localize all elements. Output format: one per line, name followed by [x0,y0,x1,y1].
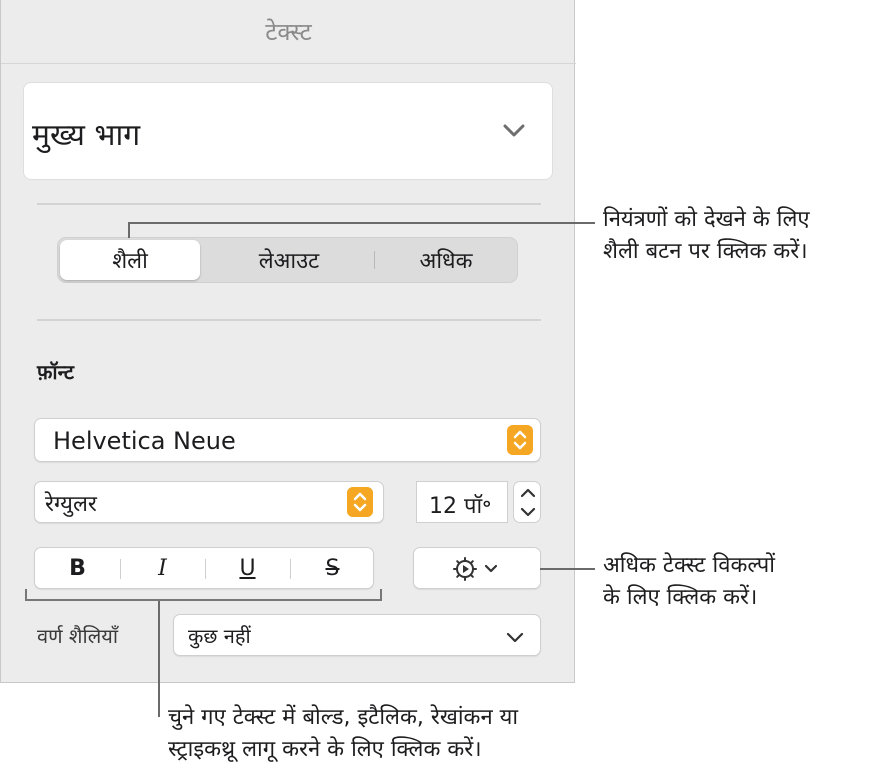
bold-button[interactable]: B [35,548,120,588]
callout-line-gear [540,568,595,570]
style-buttons-bracket [25,589,27,601]
callout-text: चुने गए टेक्स्ट में बोल्ड, इटैलिक, रेखां… [168,705,519,730]
callout-text: के लिए क्लिक करें। [603,585,758,610]
font-section-heading: फ़ॉन्ट [37,360,74,384]
chevron-up-icon[interactable] [520,486,536,500]
tab-style[interactable]: शैली [60,240,200,280]
advanced-options-button[interactable] [413,547,541,589]
callout-text: अधिक टेक्स्ट विकल्पों [603,553,775,578]
callout-line-tabs [128,222,130,238]
strikethrough-button[interactable]: S [290,548,375,588]
gear-icon [453,557,498,581]
font-family-popup[interactable]: Helvetica Neue [34,418,541,462]
callout-style-buttons: चुने गए टेक्स्ट में बोल्ड, इटैलिक, रेखां… [168,702,518,766]
callout-text: शैली बटन पर क्लिक करें। [603,239,808,264]
text-style-buttons: B I U S [34,547,374,589]
callout-text: नियंत्रणों को देखने के लिए [603,207,810,232]
chevron-down-icon [506,632,524,643]
font-size-stepper[interactable] [513,481,541,523]
up-down-arrows-icon [347,487,373,517]
character-style-popup[interactable]: कुछ नहीं [173,614,541,656]
callout-line-tabs [128,222,595,224]
style-buttons-bracket [25,599,382,601]
panel-title: टेक्स्ट [1,0,576,64]
callout-gear: अधिक टेक्स्ट विकल्पों के लिए क्लिक करें। [603,550,775,614]
paragraph-style-label: मुख्य भाग [32,118,141,153]
character-style-value: कुछ नहीं [188,624,251,648]
style-buttons-bracket [380,589,382,601]
inspector-tab-control: शैली लेआउट अधिक [57,237,518,283]
typeface-value: रेग्युलर [45,492,97,517]
divider [37,203,541,205]
underline-button[interactable]: U [205,548,290,588]
font-family-value: Helvetica Neue [53,427,236,455]
chevron-down-icon[interactable] [520,505,536,519]
paragraph-style-popup[interactable]: मुख्य भाग [23,82,553,180]
font-size-field[interactable]: 12 पॉ॰ [416,481,508,523]
italic-button[interactable]: I [120,548,205,588]
divider [37,319,541,321]
typeface-popup[interactable]: रेग्युलर [34,481,384,523]
callout-tabs: नियंत्रणों को देखने के लिए शैली बटन पर क… [603,204,810,268]
character-styles-label: वर्ण शैलियाँ [37,624,119,648]
tab-layout[interactable]: लेआउट [204,238,374,282]
chevron-down-icon [503,124,525,137]
up-down-arrows-icon [507,425,533,455]
callout-text: स्ट्राइकथ्रू लागू करने के लिए क्लिक करें… [168,737,482,762]
font-size-value: 12 पॉ॰ [429,494,492,519]
callout-line-style-buttons [158,601,160,717]
format-inspector-panel: टेक्स्ट मुख्य भाग शैली लेआउट अधिक फ़ॉन्ट… [0,0,576,683]
tab-more[interactable]: अधिक [374,238,518,282]
